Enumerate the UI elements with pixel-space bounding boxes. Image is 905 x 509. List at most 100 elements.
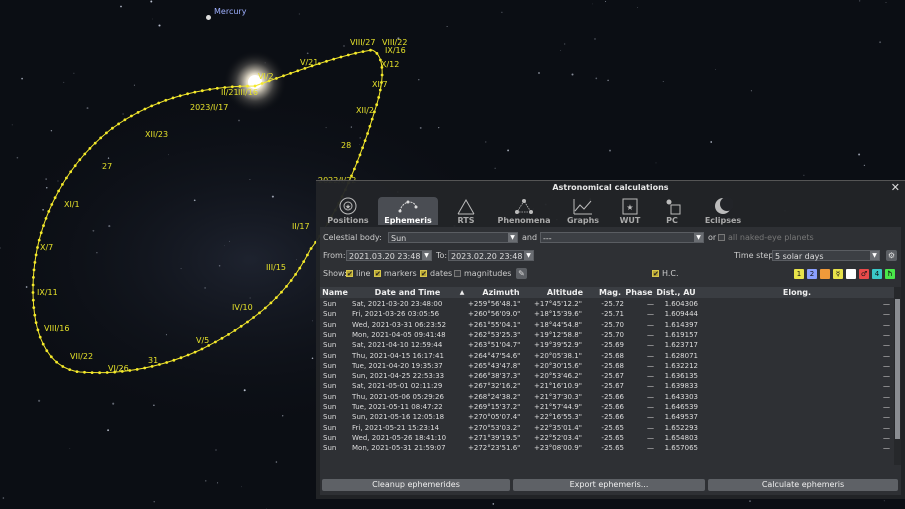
celestial-body-select[interactable]: Sun ▼ (388, 232, 518, 243)
table-scrollbar[interactable] (894, 287, 901, 465)
to-datetime-input[interactable]: 2023.02.20 23:48 ▼ (448, 250, 534, 261)
table-cell: +261°55'04.1" (468, 320, 521, 329)
path-marker (61, 365, 65, 368)
column-header-mag[interactable]: Mag. (596, 287, 624, 298)
star (241, 486, 242, 488)
table-row[interactable]: Sun Fri, 2021-03-26 03:05:56 +260°56'09.0"… (320, 309, 894, 319)
table-cell: 1.636135 (664, 372, 698, 381)
close-icon[interactable]: ✕ (891, 181, 900, 194)
star (38, 399, 41, 402)
path-marker (143, 366, 147, 370)
color-button-6[interactable]: ♂ (859, 269, 869, 279)
table-row[interactable]: Sun Wed, 2021-03-31 06:23:52 +261°55'04.1"… (320, 320, 894, 330)
table-cell: +259°56'48.1" (468, 300, 521, 308)
from-datetime-input[interactable]: 2021.03.20 23:48 ▼ (346, 250, 432, 261)
dialog-title[interactable]: Astronomical calculations (316, 181, 905, 194)
table-cell: +18°44'54.8" (534, 320, 582, 329)
table-cell: — (883, 392, 890, 401)
tab-label: WUT (619, 216, 641, 225)
path-marker (31, 283, 35, 287)
color-button-2[interactable]: 2 (807, 269, 817, 279)
star (311, 320, 313, 322)
cleanup-ephemerides-button[interactable]: Cleanup ephemerides (322, 479, 510, 491)
color-button-4[interactable]: ☿ (833, 269, 843, 279)
table-row[interactable]: Sun Wed, 2021-05-26 18:41:10 +271°39'19.5"… (320, 433, 894, 443)
table-row[interactable]: Sun Sat, 2021-04-10 12:59:44 +263°51'04.7"… (320, 340, 894, 350)
path-label: XII/23 (145, 130, 169, 139)
table-cell: +271°39'19.5" (468, 433, 521, 442)
tab-positions[interactable]: ★ Positions (320, 197, 376, 225)
table-row[interactable]: Sun Mon, 2021-04-05 09:41:48 +262°53'25.3"… (320, 330, 894, 340)
color-button-3[interactable] (820, 269, 830, 279)
table-row[interactable]: Sun Sun, 2021-05-16 12:05:18 +270°05'07.4"… (320, 412, 894, 422)
path-marker (296, 69, 300, 73)
color-button-1[interactable]: 1 (794, 269, 804, 279)
mercury-dot (206, 15, 211, 20)
column-header-azimuth[interactable]: Azimuth (468, 287, 534, 298)
tab-rts[interactable]: RTS (446, 197, 486, 225)
line-label: line (356, 269, 371, 278)
celestial-body-label: Celestial body: (323, 233, 382, 242)
ephemeris-table: Name Date and Time ▲ Azimuth Altitude Ma… (320, 287, 901, 465)
column-header-phase[interactable]: Phase (624, 287, 654, 298)
second-body-value: --- (543, 234, 552, 243)
star (215, 449, 217, 451)
dates-checkbox[interactable] (420, 268, 427, 281)
path-marker (88, 147, 92, 150)
table-row[interactable]: Sun Sun, 2021-04-25 22:53:33 +266°38'37.3"… (320, 371, 894, 381)
column-header-name[interactable]: Name (320, 287, 350, 298)
table-row[interactable]: Sun Tue, 2021-05-11 08:47:22 +269°15'37.2"… (320, 402, 894, 412)
column-header-date[interactable]: Date and Time (350, 287, 465, 298)
star (96, 252, 98, 254)
table-row[interactable]: Sun Sat, 2021-05-01 02:11:29 +267°32'16.2"… (320, 381, 894, 391)
column-header-elong[interactable]: Elong. (700, 287, 894, 298)
color-button-8[interactable]: ħ (885, 269, 895, 279)
star (73, 72, 75, 74)
path-marker (179, 356, 183, 360)
table-cell: — (647, 382, 654, 391)
column-header-altitude[interactable]: Altitude (534, 287, 596, 298)
line-checkbox[interactable] (346, 268, 353, 281)
gear-icon[interactable]: ⚙ (886, 250, 897, 261)
calculate-ephemeris-button[interactable]: Calculate ephemeris (708, 479, 898, 491)
color-button-5[interactable] (846, 269, 856, 279)
tab-wut[interactable]: ★ WUT (612, 197, 648, 225)
star (419, 126, 422, 129)
path-label: VIII/27 (350, 38, 376, 47)
tab-pc[interactable]: PC (654, 197, 690, 225)
all-planets-checkbox[interactable] (718, 234, 725, 241)
path-marker (83, 370, 86, 374)
tab-phenomena[interactable]: Phenomena (494, 197, 554, 225)
table-cell: 1.639833 (664, 382, 698, 391)
table-cell: +262°53'25.3" (468, 330, 521, 339)
table-row[interactable]: Sun Thu, 2021-04-15 16:17:41 +264°47'54.6"… (320, 351, 894, 361)
table-row[interactable]: Sun Sat, 2021-03-20 23:48:00 +259°56'48.1"… (320, 299, 894, 309)
table-row[interactable]: Sun Fri, 2021-05-21 15:23:14 +270°53'03.2"… (320, 423, 894, 433)
magnitudes-checkbox[interactable] (454, 270, 461, 277)
table-cell: +263°51'04.7" (468, 341, 521, 350)
tab-ephemeris[interactable]: Ephemeris (378, 197, 438, 225)
tab-graphs[interactable]: Graphs (560, 197, 606, 225)
path-marker (39, 231, 43, 235)
hc-checkbox[interactable] (652, 268, 659, 281)
time-step-select[interactable]: 5 solar days ▼ (772, 250, 880, 261)
star (296, 259, 298, 261)
table-cell: Fri, 2021-05-21 15:23:14 (352, 423, 440, 432)
star (609, 149, 611, 152)
column-header-dist[interactable]: Dist., AU (654, 287, 698, 298)
export-ephemeris-button[interactable]: Export ephemeris... (513, 479, 705, 491)
markers-checkbox[interactable] (374, 268, 381, 281)
table-cell: +18°15'39.6" (534, 310, 582, 319)
path-label: V/21 (300, 58, 319, 67)
color-button-7[interactable]: 4 (872, 269, 882, 279)
table-cell: — (647, 444, 654, 453)
table-row[interactable]: Sun Mon, 2021-05-31 21:59:07 +272°23'51.6"… (320, 443, 894, 453)
tab-eclipses[interactable]: Eclipses (698, 197, 748, 225)
table-row[interactable]: Sun Tue, 2021-04-20 19:35:37 +265°43'47.8"… (320, 361, 894, 371)
scrollbar-thumb[interactable] (895, 299, 900, 439)
path-marker (93, 141, 97, 145)
star (133, 84, 135, 86)
wrench-icon[interactable]: ✎ (516, 268, 527, 279)
second-body-select[interactable]: --- ▼ (540, 232, 704, 243)
table-row[interactable]: Sun Thu, 2021-05-06 05:29:26 +268°24'38.2"… (320, 392, 894, 402)
